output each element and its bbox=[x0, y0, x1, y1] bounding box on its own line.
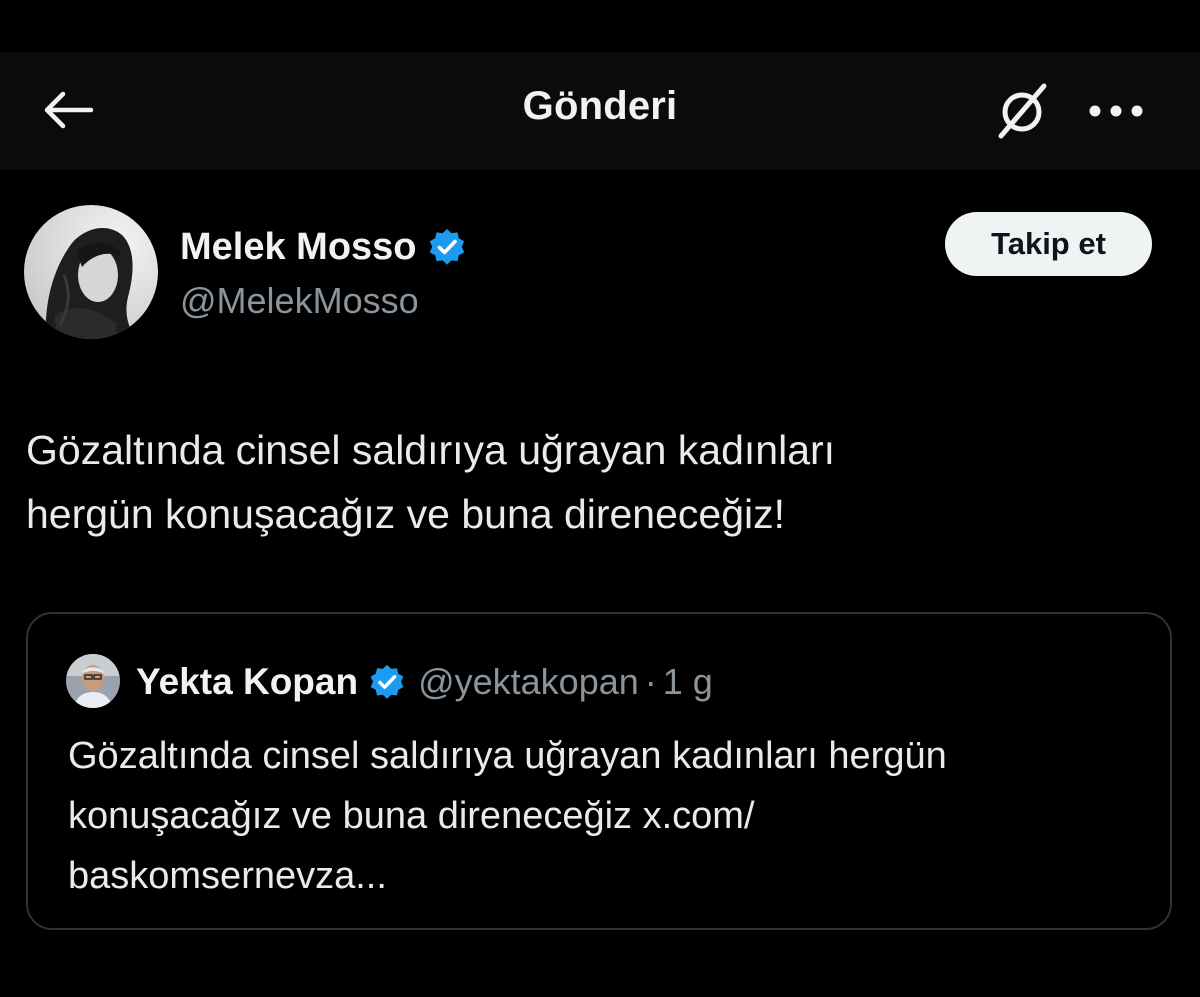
post-text: Gözaltında cinsel saldırıya uğrayan kadı… bbox=[26, 427, 836, 537]
quoted-post-header: Yekta Kopan @yektakopan · 1 g bbox=[136, 656, 713, 708]
verified-badge-icon bbox=[429, 229, 464, 265]
author-avatar-photo bbox=[24, 205, 158, 339]
status-bar-area bbox=[0, 0, 1200, 52]
top-bar: Gönderi bbox=[0, 52, 1200, 170]
grok-button[interactable] bbox=[984, 78, 1060, 144]
quoted-post-card[interactable]: Yekta Kopan @yektakopan · 1 g Gözaltında… bbox=[26, 612, 1172, 930]
author-avatar[interactable] bbox=[24, 205, 158, 339]
quoted-author-avatar-photo bbox=[66, 654, 120, 708]
grok-icon bbox=[998, 83, 1047, 139]
quoted-author-name[interactable]: Yekta Kopan bbox=[136, 661, 358, 703]
separator-dot: · bbox=[644, 661, 657, 702]
author-name-row: Melek Mosso bbox=[180, 222, 467, 272]
author-handle[interactable]: @MelekMosso bbox=[180, 280, 419, 322]
quoted-post-text: Gözaltında cinsel saldırıya uğrayan kadı… bbox=[68, 735, 947, 897]
quoted-author-handle[interactable]: @yektakopan bbox=[418, 661, 639, 703]
follow-button[interactable]: Takip et bbox=[945, 212, 1152, 276]
author-name[interactable]: Melek Mosso bbox=[180, 226, 417, 269]
post-detail-screen: Gönderi Melek Mosso @MelekMosso Takip et… bbox=[0, 0, 1200, 997]
verified-badge-icon bbox=[370, 664, 404, 699]
quoted-author-avatar[interactable] bbox=[66, 654, 120, 708]
more-options-button[interactable] bbox=[1076, 78, 1156, 144]
quoted-post-time[interactable]: 1 g bbox=[663, 661, 713, 703]
more-horizontal-icon bbox=[1089, 105, 1143, 117]
